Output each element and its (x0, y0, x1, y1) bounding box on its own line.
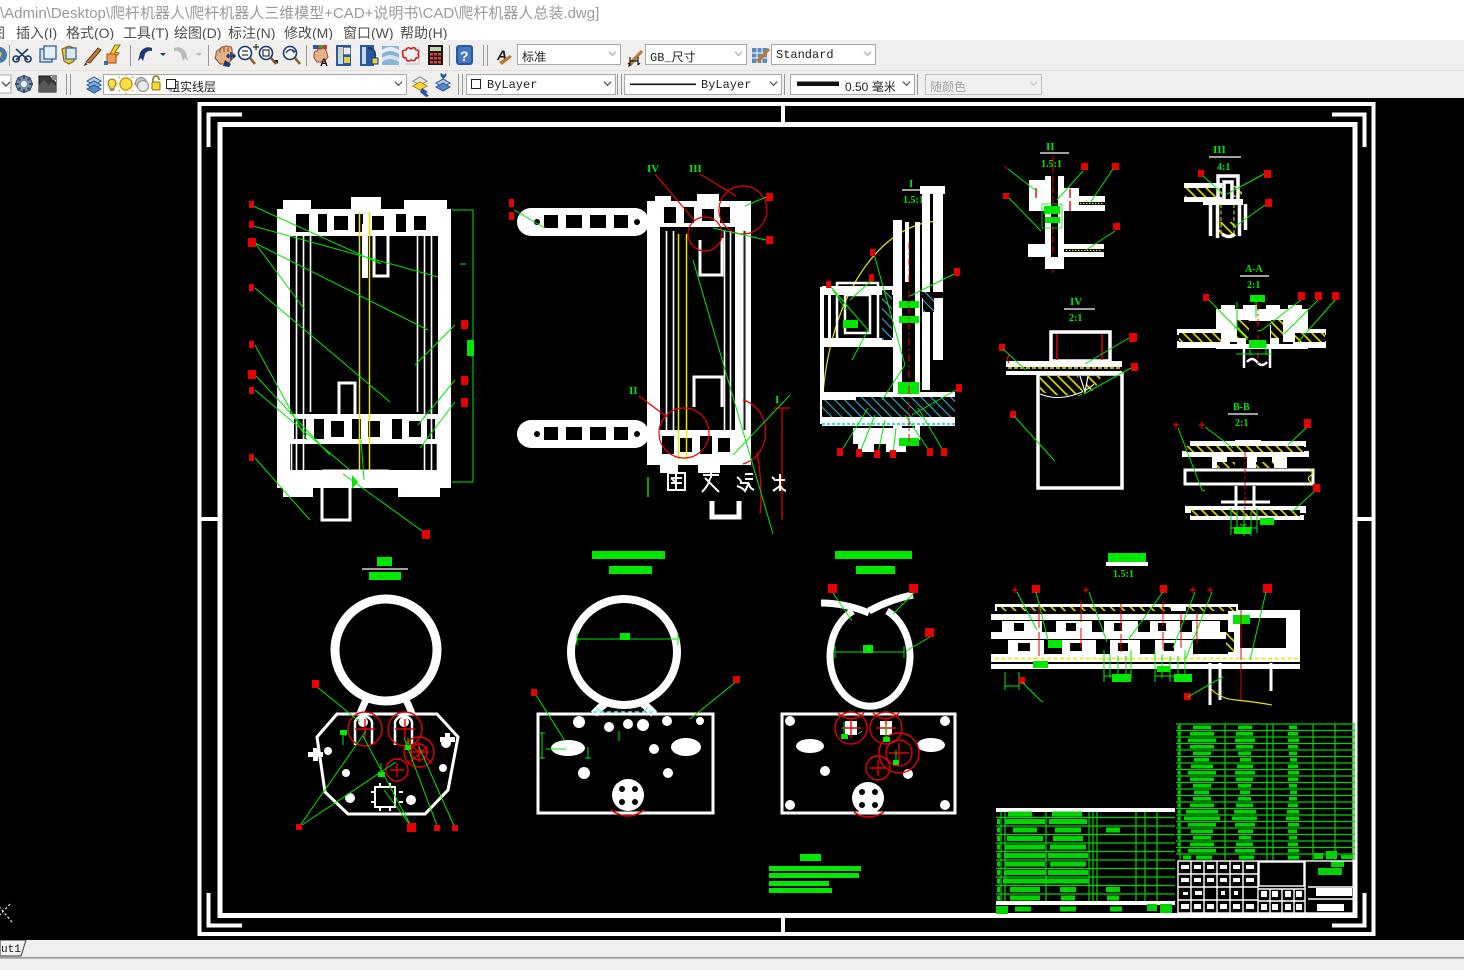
svg-text:II: II (1046, 141, 1055, 153)
svg-text:B-B: B-B (1233, 402, 1250, 413)
svg-text:IV: IV (1070, 296, 1082, 308)
svg-text:1.5:1: 1.5:1 (1041, 159, 1062, 170)
svg-text:2:1: 2:1 (1247, 280, 1260, 291)
svg-text:ut1: ut1 (1, 944, 21, 956)
svg-text:I: I (775, 394, 779, 406)
svg-text:1.5:1: 1.5:1 (1113, 569, 1134, 580)
svg-text:2:1: 2:1 (1069, 313, 1082, 324)
svg-text:1.5:1: 1.5:1 (903, 195, 924, 206)
svg-text:I: I (909, 178, 913, 190)
svg-text:2:1: 2:1 (1235, 418, 1248, 429)
svg-text:4:1: 4:1 (1217, 162, 1230, 173)
svg-text:III: III (689, 163, 702, 175)
svg-text:III: III (1213, 144, 1226, 156)
svg-text:II: II (629, 385, 638, 397)
svg-text:IV: IV (647, 163, 659, 175)
svg-text:A-A: A-A (1245, 264, 1264, 275)
